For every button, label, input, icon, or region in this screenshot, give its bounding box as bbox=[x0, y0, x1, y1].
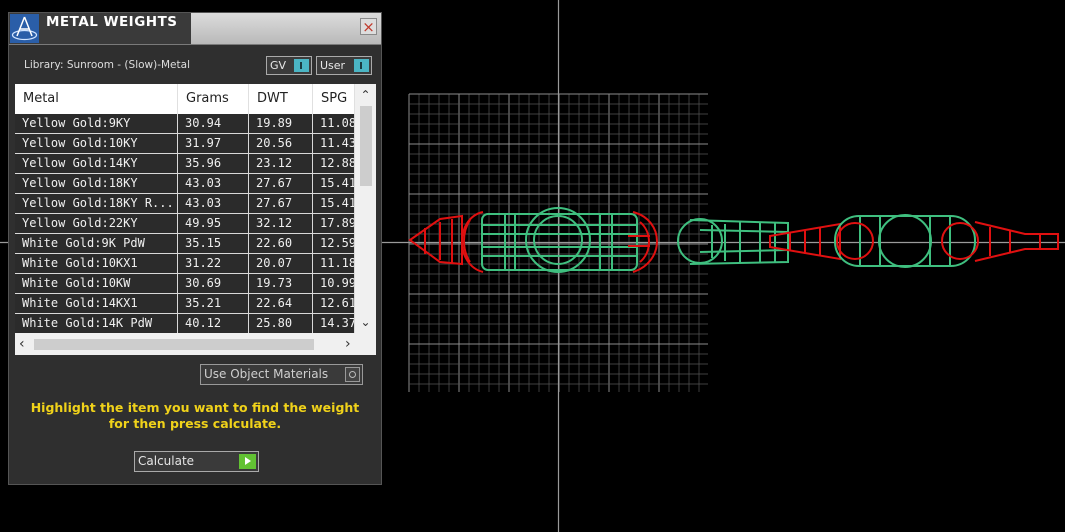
cell-dwt: 25.80 bbox=[249, 314, 313, 333]
table-row[interactable]: White Gold:9K PdW 35.15 22.60 12.59 bbox=[15, 234, 355, 254]
cell-dwt: 23.12 bbox=[249, 154, 313, 173]
cell-metal: Yellow Gold:18KY bbox=[15, 174, 178, 193]
cell-spg: 11.18 bbox=[313, 254, 355, 273]
horizontal-scroll-thumb[interactable] bbox=[34, 339, 314, 350]
table-row[interactable]: White Gold:10KW 30.69 19.73 10.99 bbox=[15, 274, 355, 294]
table-row[interactable]: White Gold:14K PdW 40.12 25.80 14.37 bbox=[15, 314, 355, 333]
cell-grams: 40.12 bbox=[178, 314, 249, 333]
scroll-left-icon[interactable]: ‹ bbox=[19, 333, 25, 355]
cell-dwt: 20.07 bbox=[249, 254, 313, 273]
red-link-right bbox=[769, 222, 841, 261]
scroll-up-icon[interactable]: ⌃ bbox=[355, 84, 376, 104]
cell-metal: Yellow Gold:14KY bbox=[15, 154, 178, 173]
cell-grams: 30.69 bbox=[178, 274, 249, 293]
chain-wireframe bbox=[408, 207, 1059, 273]
cell-metal: White Gold:10KW bbox=[15, 274, 178, 293]
cell-spg: 14.37 bbox=[313, 314, 355, 333]
cell-spg: 10.99 bbox=[313, 274, 355, 293]
calculate-label: Calculate bbox=[138, 454, 195, 468]
cell-grams: 35.15 bbox=[178, 234, 249, 253]
cell-metal: White Gold:10KX1 bbox=[15, 254, 178, 273]
table-header: Metal Grams DWT SPG bbox=[15, 84, 355, 114]
calculate-button[interactable]: Calculate bbox=[134, 451, 259, 472]
table-row[interactable]: Yellow Gold:22KY 49.95 32.12 17.89 bbox=[15, 214, 355, 234]
cell-dwt: 19.73 bbox=[249, 274, 313, 293]
cell-grams: 35.21 bbox=[178, 294, 249, 313]
cell-spg: 12.61 bbox=[313, 294, 355, 313]
instructions-line-1: Highlight the item you want to find the … bbox=[30, 400, 360, 415]
cell-metal: Yellow Gold:18KY R... bbox=[15, 194, 178, 213]
table-row[interactable]: Yellow Gold:14KY 35.96 23.12 12.88 bbox=[15, 154, 355, 174]
cell-grams: 43.03 bbox=[178, 174, 249, 193]
instructions-line-2: for then press calculate. bbox=[108, 416, 282, 431]
cell-spg: 12.59 bbox=[313, 234, 355, 253]
metal-weights-panel: METAL WEIGHTS × Library: Sunroom - (Slow… bbox=[8, 12, 382, 485]
table-row[interactable]: Yellow Gold:9KY 30.94 19.89 11.08 bbox=[15, 114, 355, 134]
gv-toggle[interactable]: GV bbox=[266, 56, 312, 75]
table-row[interactable]: White Gold:14KX1 35.21 22.64 12.61 bbox=[15, 294, 355, 314]
cell-grams: 31.97 bbox=[178, 134, 249, 153]
column-header-metal[interactable]: Metal bbox=[15, 84, 178, 114]
cell-spg: 15.41 bbox=[313, 194, 355, 213]
metal-table: Metal Grams DWT SPG Yellow Gold:9KY 30.94… bbox=[15, 84, 376, 355]
gv-toggle-label: GV bbox=[270, 59, 287, 72]
panel-titlebar[interactable]: METAL WEIGHTS × bbox=[9, 13, 381, 45]
cell-metal: Yellow Gold:10KY bbox=[15, 134, 178, 153]
horizontal-scrollbar[interactable]: ‹ › bbox=[15, 333, 376, 355]
cell-grams: 49.95 bbox=[178, 214, 249, 233]
library-label: Library: Sunroom - (Slow)-Metal bbox=[24, 59, 190, 71]
table-row[interactable]: Yellow Gold:18KY R... 43.03 27.67 15.41 bbox=[15, 194, 355, 214]
use-object-materials-label: Use Object Materials bbox=[204, 367, 329, 381]
cell-dwt: 27.67 bbox=[249, 194, 313, 213]
cell-grams: 30.94 bbox=[178, 114, 249, 133]
cell-dwt: 20.56 bbox=[249, 134, 313, 153]
cell-dwt: 27.67 bbox=[249, 174, 313, 193]
cell-dwt: 19.89 bbox=[249, 114, 313, 133]
play-arrow-icon bbox=[239, 454, 256, 469]
user-toggle-label: User bbox=[320, 59, 346, 72]
close-button[interactable]: × bbox=[360, 18, 377, 35]
cell-spg: 12.88 bbox=[313, 154, 355, 173]
cell-grams: 31.22 bbox=[178, 254, 249, 273]
user-toggle[interactable]: User bbox=[316, 56, 372, 75]
vertical-scroll-thumb[interactable] bbox=[360, 106, 372, 186]
column-header-dwt[interactable]: DWT bbox=[249, 84, 313, 114]
panel-title: METAL WEIGHTS bbox=[46, 14, 178, 30]
cell-grams: 35.96 bbox=[178, 154, 249, 173]
cell-metal: Yellow Gold:22KY bbox=[15, 214, 178, 233]
cell-spg: 15.41 bbox=[313, 174, 355, 193]
table-body: Yellow Gold:9KY 30.94 19.89 11.08 Yellow Gol… bbox=[15, 114, 355, 333]
column-header-grams[interactable]: Grams bbox=[178, 84, 249, 114]
cell-grams: 43.03 bbox=[178, 194, 249, 213]
column-header-spg[interactable]: SPG bbox=[313, 84, 355, 114]
scroll-down-icon[interactable]: ⌄ bbox=[355, 313, 376, 333]
cell-metal: White Gold:14K PdW bbox=[15, 314, 178, 333]
cell-spg: 17.89 bbox=[313, 214, 355, 233]
cell-dwt: 22.64 bbox=[249, 294, 313, 313]
red-link-end bbox=[836, 221, 1059, 262]
app-logo-icon bbox=[10, 14, 39, 43]
scroll-right-icon[interactable]: › bbox=[345, 333, 351, 355]
table-row[interactable]: Yellow Gold:10KY 31.97 20.56 11.43 bbox=[15, 134, 355, 154]
panel-title-tab: METAL WEIGHTS bbox=[9, 13, 191, 44]
close-icon: × bbox=[362, 18, 375, 36]
cell-spg: 11.43 bbox=[313, 134, 355, 153]
cell-metal: Yellow Gold:9KY bbox=[15, 114, 178, 133]
toggle-knob-icon bbox=[354, 59, 369, 72]
vertical-scrollbar[interactable]: ⌃ ⌄ bbox=[355, 84, 376, 333]
cell-metal: White Gold:9K PdW bbox=[15, 234, 178, 253]
cell-spg: 11.08 bbox=[313, 114, 355, 133]
cell-dwt: 22.60 bbox=[249, 234, 313, 253]
cell-metal: White Gold:14KX1 bbox=[15, 294, 178, 313]
toggle-knob-icon bbox=[294, 59, 309, 72]
use-object-materials-checkbox[interactable]: Use Object Materials bbox=[200, 364, 363, 385]
table-row[interactable]: White Gold:10KX1 31.22 20.07 11.18 bbox=[15, 254, 355, 274]
instructions-text: Highlight the item you want to find the … bbox=[9, 400, 381, 432]
checkbox-icon[interactable] bbox=[345, 367, 360, 382]
cell-dwt: 32.12 bbox=[249, 214, 313, 233]
table-row[interactable]: Yellow Gold:18KY 43.03 27.67 15.41 bbox=[15, 174, 355, 194]
green-link-right-1 bbox=[677, 218, 789, 265]
